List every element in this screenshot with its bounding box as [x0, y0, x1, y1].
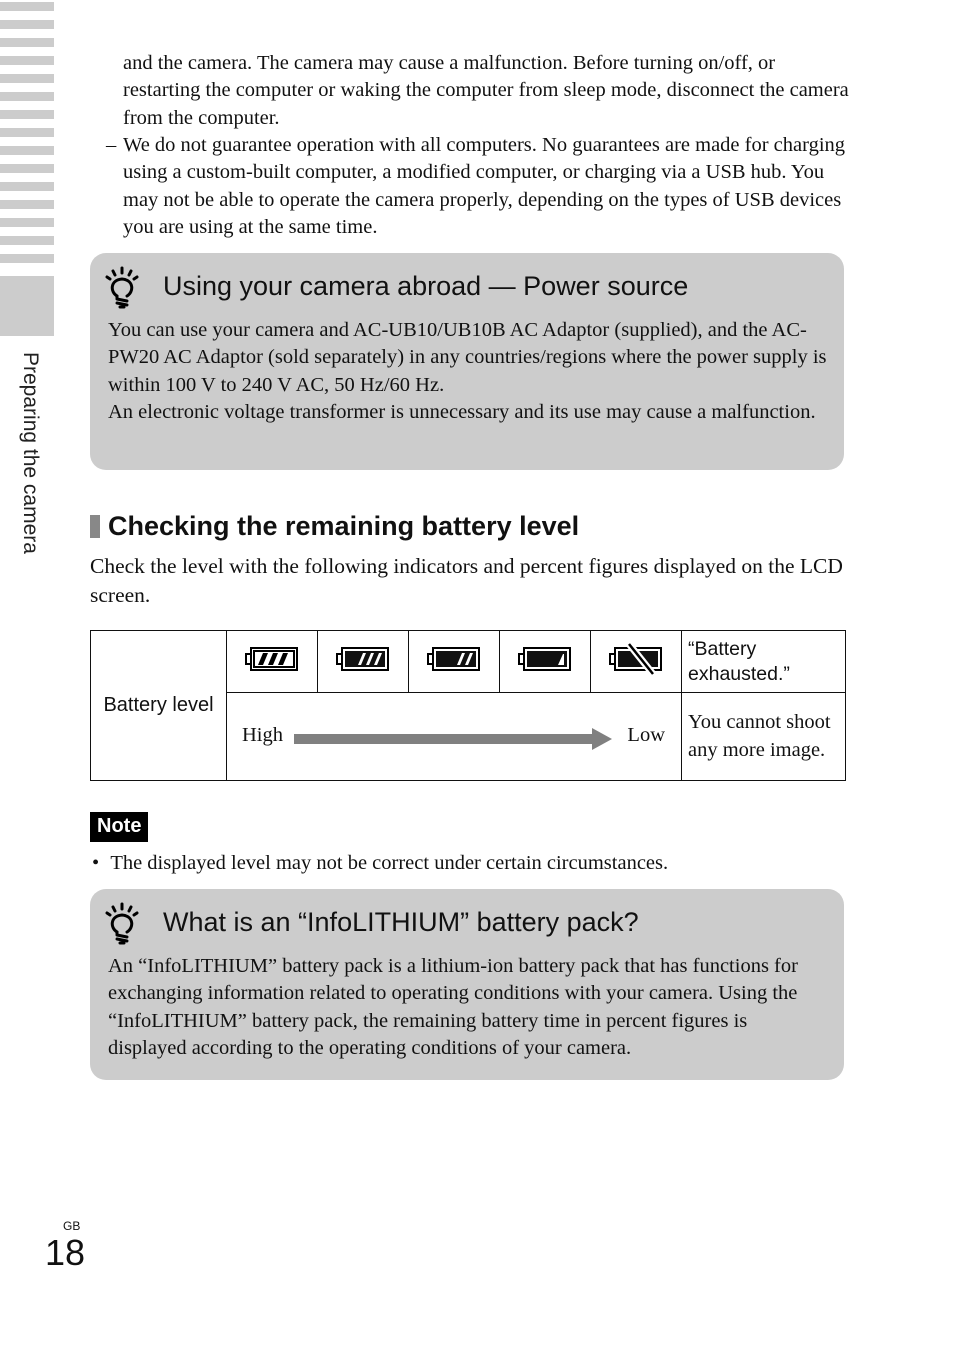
- range-low-label: Low: [627, 724, 665, 746]
- section-heading-text: Checking the remaining battery level: [108, 511, 580, 541]
- dash-marker: –: [106, 134, 117, 156]
- exhausted-description: You cannot shoot any more image.: [681, 692, 846, 781]
- battery-three-bars-icon: [336, 647, 389, 671]
- note-item: • The displayed level may not be correct…: [92, 850, 852, 877]
- side-stripe: [0, 92, 54, 101]
- side-stripe: [0, 74, 54, 83]
- lightbulb-icon: [105, 266, 139, 309]
- indicator-cell: [499, 630, 591, 693]
- exhausted-message: “Battery exhausted.”: [681, 630, 846, 693]
- side-stripe: [0, 38, 54, 47]
- note-badge: Note: [90, 812, 149, 842]
- tip-box-infolithium: What is an “InfoLITHIUM” battery pack? A…: [90, 889, 844, 1080]
- side-tab-label: Preparing the camera: [19, 352, 42, 554]
- indicator-cell: [590, 630, 682, 693]
- section-marker-icon: [90, 515, 100, 538]
- section-heading: Checking the remaining battery level: [90, 511, 579, 542]
- side-tab-active-block: [0, 276, 54, 336]
- battery-exhausted-icon: [609, 641, 662, 677]
- bullet-marker: •: [92, 852, 100, 874]
- side-stripe: [0, 56, 54, 65]
- tip-box-power-source: Using your camera abroad — Power source …: [90, 253, 844, 470]
- tip-paragraph: An electronic voltage transformer is unn…: [108, 400, 816, 423]
- indicator-cell: [226, 630, 318, 693]
- side-stripe: [0, 218, 54, 227]
- region-code: GB: [63, 1219, 81, 1233]
- page-number: 18: [45, 1232, 86, 1273]
- note-text: The displayed level may not be correct u…: [110, 852, 669, 874]
- tip-body: You can use your camera and AC-UB10/UB10…: [108, 317, 828, 426]
- side-stripe: [0, 146, 54, 155]
- tip-paragraph: You can use your camera and AC-UB10/UB10…: [108, 319, 827, 396]
- range-high-label: High: [242, 724, 283, 746]
- battery-two-bars-icon: [427, 647, 480, 671]
- arrow-right-icon: [294, 728, 612, 750]
- lightbulb-icon: [105, 902, 139, 945]
- side-stripe: [0, 182, 54, 191]
- tip-body: An “InfoLITHIUM” battery pack is a lithi…: [108, 955, 798, 1059]
- side-stripe: [0, 236, 54, 245]
- battery-full-icon: [245, 647, 298, 671]
- battery-level-label: Battery level: [90, 630, 227, 781]
- battery-one-bar-icon: [518, 647, 571, 671]
- table-row: Battery level “Battery exhausted.”: [90, 630, 846, 781]
- tip-title: Using your camera abroad — Power source: [163, 271, 689, 301]
- side-stripe: [0, 2, 54, 11]
- side-stripe: [0, 164, 54, 173]
- level-range-cell: High Low: [226, 692, 682, 781]
- side-stripe: [0, 110, 54, 119]
- dash-list-item: – We do not guarantee operation with all…: [106, 132, 846, 241]
- side-stripe: [0, 254, 54, 263]
- indicator-cell: [408, 630, 500, 693]
- side-stripe: [0, 200, 54, 209]
- continuation-paragraph: and the camera. The camera may cause a m…: [123, 52, 849, 129]
- dash-item-text: We do not guarantee operation with all c…: [123, 134, 846, 238]
- battery-level-table: Battery level “Battery exhausted.” High …: [90, 630, 846, 781]
- indicator-cell: [317, 630, 409, 693]
- section-intro: Check the level with the following indic…: [90, 554, 843, 607]
- side-stripe: [0, 20, 54, 29]
- tip-title: What is an “InfoLITHIUM” battery pack?: [163, 907, 639, 937]
- side-stripe: [0, 128, 54, 137]
